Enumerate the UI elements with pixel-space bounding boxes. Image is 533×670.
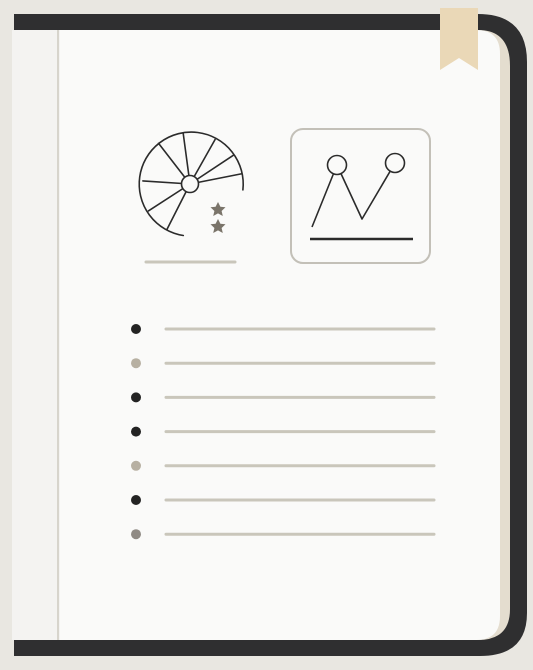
notebook-spine — [12, 30, 60, 640]
line-chart-icon — [290, 128, 431, 264]
bullet-dot — [131, 529, 141, 540]
bullet-dot — [131, 426, 141, 437]
bullet-dot — [131, 392, 141, 403]
notebook-page — [12, 30, 500, 640]
notebook-illustration — [0, 0, 533, 670]
bullet-dot — [131, 358, 141, 369]
notebook-drawing — [12, 8, 527, 656]
bullet-dot — [131, 460, 141, 471]
bullet-dot — [131, 495, 141, 505]
bullet-dot — [131, 324, 141, 334]
